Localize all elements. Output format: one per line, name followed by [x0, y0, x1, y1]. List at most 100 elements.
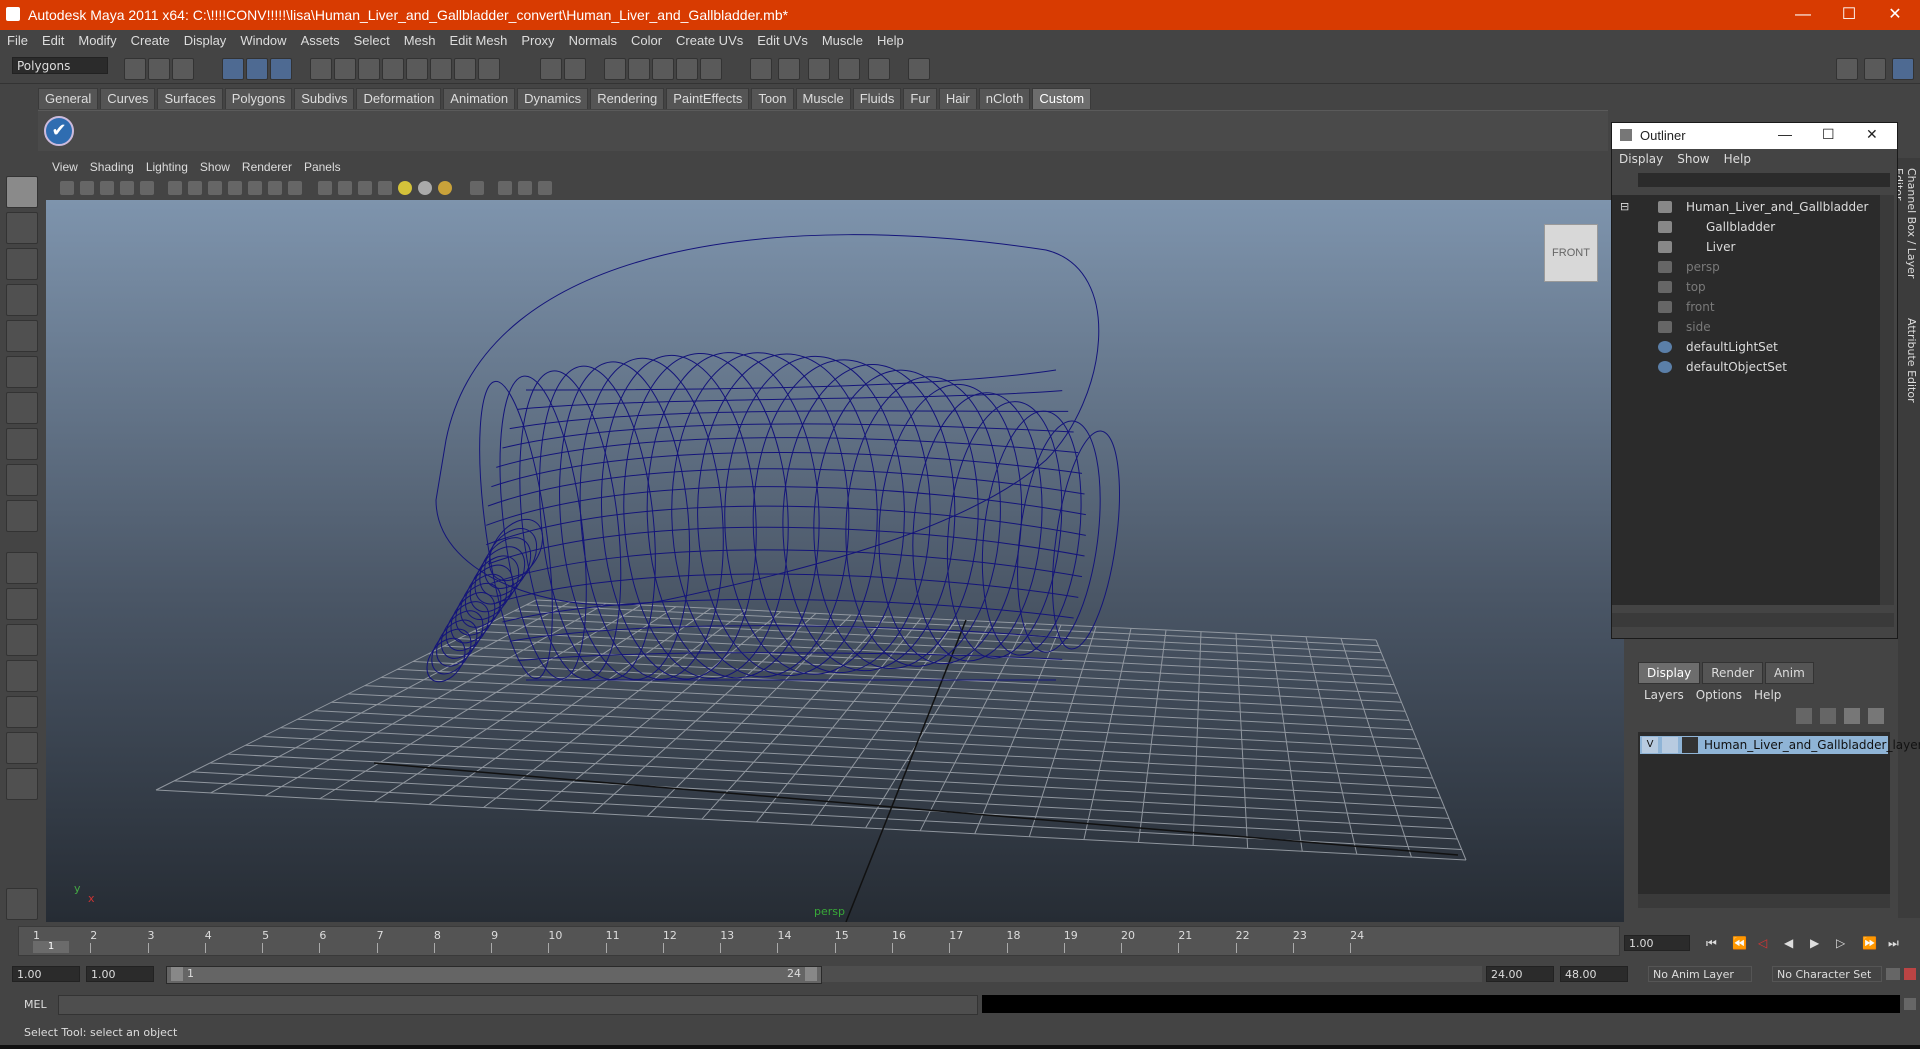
outliner-menu-help[interactable]: Help [1717, 149, 1758, 169]
command-input[interactable] [58, 995, 978, 1015]
render-settings-icon[interactable] [652, 58, 674, 80]
soft-mod-tool-icon[interactable] [6, 428, 38, 460]
go-to-start-icon[interactable]: ⏮ [1706, 936, 1720, 950]
select-object-icon[interactable] [246, 58, 268, 80]
shelf-tab-fluids[interactable]: Fluids [852, 88, 902, 109]
menu-color[interactable]: Color [624, 30, 669, 51]
attribute-editor-tab[interactable]: Attribute Editor [1900, 318, 1918, 408]
safe-title-icon[interactable] [288, 181, 302, 195]
shelf-tab-muscle[interactable]: Muscle [795, 88, 851, 109]
shelf-tab-toon[interactable]: Toon [751, 88, 794, 109]
lasso-tool-icon[interactable] [6, 212, 38, 244]
persp-graph-layout-icon[interactable] [6, 660, 38, 692]
outliner-item[interactable]: defaultLightSet [1612, 337, 1880, 357]
history-icon[interactable] [454, 58, 476, 80]
show-tool-settings-icon[interactable] [1864, 58, 1886, 80]
menu-help[interactable]: Help [870, 30, 911, 51]
range-slider[interactable]: 1 24 [166, 966, 822, 984]
wireframe-icon[interactable] [318, 181, 332, 195]
playback-start-field[interactable]: 1.00 [86, 966, 154, 982]
move-layer-down-icon[interactable] [1820, 708, 1836, 724]
layer-tab-anim[interactable]: Anim [1764, 662, 1814, 684]
xray-components-icon[interactable] [538, 181, 552, 195]
time-slider[interactable]: 1 2 3 4 5 6 7 8 9 10 11 12 13 14 15 16 17 18 19 20 21 22 23 24 … [12, 924, 1624, 956]
new-scene-icon[interactable] [124, 58, 146, 80]
snap-plane-icon[interactable] [382, 58, 404, 80]
shelf-tab-dynamics[interactable]: Dynamics [517, 88, 589, 109]
playback-end-field[interactable]: 24.00 [1486, 966, 1554, 982]
menu-mesh[interactable]: Mesh [397, 30, 443, 51]
hypershade-icon[interactable] [676, 58, 698, 80]
viewport-menu-lighting[interactable]: Lighting [140, 158, 194, 176]
render-frame-icon[interactable] [604, 58, 626, 80]
lock-icon[interactable] [540, 58, 562, 80]
wireframe-on-shaded-icon[interactable] [358, 181, 372, 195]
maximize-button[interactable]: ☐ [1826, 0, 1872, 30]
persp-outliner-layout-icon[interactable] [6, 732, 38, 764]
camera-2d-pan-icon[interactable] [140, 181, 154, 195]
camera-attributes-icon[interactable] [80, 181, 94, 195]
menu-edit[interactable]: Edit [35, 30, 71, 51]
outliner-filter-field[interactable] [1638, 173, 1890, 187]
layout-icon[interactable] [778, 58, 800, 80]
show-channel-box-icon[interactable] [1892, 58, 1914, 80]
hypershade-layout-icon[interactable] [6, 696, 38, 728]
quick-layout-icon[interactable] [6, 888, 38, 920]
manipulator-tool-icon[interactable] [6, 392, 38, 424]
menu-normals[interactable]: Normals [562, 30, 624, 51]
render-view-icon[interactable] [700, 58, 722, 80]
menu-muscle[interactable]: Muscle [815, 30, 870, 51]
select-camera-icon[interactable] [60, 181, 74, 195]
step-forward-key-icon[interactable]: ⏩ [1862, 936, 1877, 950]
shelf-tab-deformation[interactable]: Deformation [356, 88, 442, 109]
menu-set-dropdown[interactable]: Polygons [12, 57, 108, 74]
show-attribute-editor-icon[interactable] [1836, 58, 1858, 80]
outliner-item[interactable]: side [1612, 317, 1880, 337]
smooth-shade-icon[interactable] [338, 181, 352, 195]
snap-point-icon[interactable] [358, 58, 380, 80]
outliner-menu-display[interactable]: Display [1612, 149, 1670, 169]
current-frame-marker[interactable]: 1 [33, 941, 69, 953]
anim-layer-dropdown[interactable]: No Anim Layer [1648, 966, 1752, 982]
new-layer-from-selected-icon[interactable] [1868, 708, 1884, 724]
make-live-icon[interactable] [430, 58, 452, 80]
layer-row[interactable]: V Human_Liver_and_Gallbladder_layer [1640, 736, 1920, 754]
menu-file[interactable]: File [0, 30, 35, 51]
collapse-icon[interactable]: ⊟ [1620, 197, 1629, 217]
script-editor-icon[interactable] [1904, 998, 1916, 1010]
layer-menu-help[interactable]: Help [1748, 686, 1787, 704]
snap-curve-icon[interactable] [334, 58, 356, 80]
time-ruler[interactable]: 1 2 3 4 5 6 7 8 9 10 11 12 13 14 15 16 17 18 19 20 21 22 23 24 … [18, 926, 1620, 956]
step-back-key-icon[interactable]: ⏪ [1732, 936, 1747, 950]
shelf-tab-custom[interactable]: Custom [1032, 88, 1092, 109]
input-ops-icon[interactable] [564, 58, 586, 80]
step-back-frame-icon[interactable]: ◁ [1758, 936, 1772, 950]
snap-surface-icon[interactable] [406, 58, 428, 80]
viewport-menu-view[interactable]: View [46, 158, 84, 176]
use-all-lights-icon[interactable] [398, 181, 412, 195]
perspective-viewport[interactable]: FRONT persp y x [46, 200, 1624, 922]
save-scene-icon[interactable] [172, 58, 194, 80]
move-tool-icon[interactable] [6, 284, 38, 316]
menu-assets[interactable]: Assets [294, 30, 347, 51]
outliner-vertical-scrollbar[interactable] [1880, 195, 1894, 605]
outliner-item[interactable]: Gallbladder [1612, 217, 1880, 237]
select-component-icon[interactable] [270, 58, 292, 80]
current-time-field[interactable]: 1.00 [1624, 935, 1690, 951]
outliner-list[interactable]: ⊟ Human_Liver_and_Gallbladder Gallbladder… [1612, 195, 1880, 605]
viewport-menu-renderer[interactable]: Renderer [236, 158, 298, 176]
show-manipulator-icon[interactable] [6, 464, 38, 496]
resolution-gate-icon[interactable] [208, 181, 222, 195]
layer-horizontal-scrollbar[interactable] [1638, 894, 1890, 908]
menu-window[interactable]: Window [233, 30, 293, 51]
new-empty-layer-icon[interactable] [1844, 708, 1860, 724]
character-set-dropdown[interactable]: No Character Set [1772, 966, 1882, 982]
shelf-tab-curves[interactable]: Curves [100, 88, 156, 109]
field-chart-icon[interactable] [248, 181, 262, 195]
viewport-menu-panels[interactable]: Panels [298, 158, 347, 176]
safe-action-icon[interactable] [268, 181, 282, 195]
textured-icon[interactable] [378, 181, 392, 195]
shelf-tab-ncloth[interactable]: nCloth [978, 88, 1031, 109]
layer-tab-display[interactable]: Display [1638, 662, 1701, 684]
shelf-tab-painteffects[interactable]: PaintEffects [666, 88, 750, 109]
